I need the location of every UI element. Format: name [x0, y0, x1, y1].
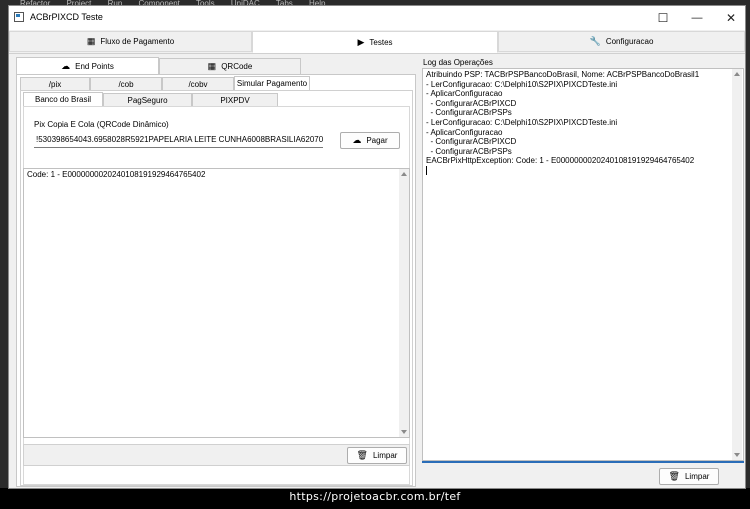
cloud-upload-icon: ☁ — [61, 60, 71, 71]
title-bar[interactable]: ACBrPIXCD Teste — ✕ ☐ — [9, 6, 745, 30]
close-button[interactable]: ✕ — [714, 6, 748, 30]
log-line: - AplicarConfiguracao — [426, 89, 503, 99]
limpar-button-left[interactable]: 🗑 Limpar — [347, 447, 407, 464]
tab-label: QRCode — [221, 62, 253, 71]
log-line: Atribuindo PSP: TACBrPSPBancoDoBrasil, N… — [426, 70, 700, 79]
log-scrollbar[interactable] — [732, 69, 742, 460]
tab-label: End Points — [75, 61, 114, 71]
memo-line: Code: 1 - E00000000202401081919294647654… — [27, 170, 206, 179]
button-label: Pagar — [366, 136, 388, 145]
log-line: - ConfigurarACBrPIXCD — [426, 137, 517, 147]
button-label: Limpar — [684, 472, 710, 481]
tab-simular-pagamento[interactable]: Simular Pagamento — [234, 76, 310, 91]
tab-configuracao[interactable]: 🔧 Configuracao — [498, 31, 745, 52]
app-icon — [14, 12, 24, 22]
text-caret — [426, 166, 427, 176]
tab-testes[interactable]: ▶ Testes — [252, 31, 498, 53]
tab-fluxo-de-pagamento[interactable]: ▦ Fluxo de Pagamento — [9, 31, 252, 52]
pix-copia-cola-input[interactable]: !530398654043.6958028R5921PAPELARIA LEIT… — [34, 133, 323, 148]
eraser-icon: 🗑 — [668, 471, 680, 481]
window-title: ACBrPIXCD Teste — [30, 12, 103, 22]
right-panel: Log das Operações Atribuindo PSP: TACBrP… — [420, 54, 745, 488]
simular-pagamento-panel: Banco do Brasil PagSeguro PIXPDV Pix Cop… — [20, 90, 413, 486]
scroll-up-icon[interactable] — [401, 172, 407, 176]
tab-pixpdv[interactable]: PIXPDV — [192, 93, 278, 107]
minimize-button-2 — [680, 6, 714, 30]
scroll-up-icon[interactable] — [734, 72, 740, 76]
response-memo[interactable]: Code: 1 - E00000000202401081919294647654… — [23, 168, 410, 438]
focus-underline — [422, 461, 744, 463]
play-icon: ▶ — [357, 36, 365, 47]
scroll-down-icon[interactable] — [734, 453, 740, 457]
app-window: ACBrPIXCD Teste — ✕ ☐ ▦ Fluxo de Pagamen… — [8, 5, 746, 489]
left-panel: ☁ End Points ▦ QRCode /pix /cob /cobv Si… — [9, 54, 419, 488]
main-tab-bar: ▦ Fluxo de Pagamento ▶ Testes 🔧 Configur… — [9, 31, 745, 54]
tab-label: Fluxo de Pagamento — [100, 37, 175, 46]
maximize-button[interactable]: ☐ — [646, 6, 680, 30]
pix-copia-cola-label: Pix Copia E Cola (QRCode Dinâmico) — [34, 120, 169, 129]
log-line: - ConfigurarACBrPSPs — [426, 108, 512, 118]
scroll-down-icon[interactable] — [401, 430, 407, 434]
log-line: - ConfigurarACBrPSPs — [426, 146, 512, 156]
log-memo[interactable]: Atribuindo PSP: TACBrPSPBancoDoBrasil, N… — [422, 68, 744, 461]
tab-qrcode[interactable]: ▦ QRCode — [159, 58, 301, 75]
log-line: - LerConfiguracao: C:\Delphi10\S2PIX\PIX… — [426, 117, 618, 127]
qrcode-icon: ▦ — [207, 61, 217, 71]
eraser-icon: 🗑 — [356, 450, 368, 460]
tab-banco-do-brasil[interactable]: Banco do Brasil — [23, 92, 103, 107]
tab-label: Testes — [369, 37, 393, 47]
log-line: - AplicarConfiguracao — [426, 127, 503, 137]
tab-pix[interactable]: /pix — [20, 77, 90, 91]
memo-footer: 🗑 Limpar — [23, 444, 410, 466]
banco-do-brasil-panel: Pix Copia E Cola (QRCode Dinâmico) !5303… — [23, 106, 410, 485]
watermark-url: https://projetoacbr.com.br/tef — [289, 490, 461, 503]
tab-end-points[interactable]: ☁ End Points — [16, 57, 159, 75]
tab-cobv[interactable]: /cobv — [162, 77, 234, 91]
log-line: EACBrPixHttpException: Code: 1 - E000000… — [426, 156, 695, 166]
end-points-panel: /pix /cob /cobv Simular Pagamento Banco … — [16, 74, 416, 487]
memo-scrollbar[interactable] — [399, 169, 409, 437]
log-line: - LerConfiguracao: C:\Delphi10\S2PIX\PIX… — [426, 79, 618, 89]
button-label: Limpar — [372, 451, 398, 460]
log-label: Log das Operações — [423, 58, 493, 67]
limpar-button-right[interactable]: 🗑 Limpar — [659, 468, 719, 485]
tab-cob[interactable]: /cob — [90, 77, 162, 91]
tab-label: Configuracao — [605, 37, 654, 46]
log-line: - ConfigurarACBrPIXCD — [426, 98, 517, 108]
pagar-button[interactable]: ☁ Pagar — [340, 132, 400, 149]
wrench-icon: 🔧 — [589, 36, 601, 46]
qrcode-icon: ▦ — [86, 36, 96, 46]
cloud-upload-icon: ☁ — [352, 135, 362, 145]
tab-pagseguro[interactable]: PagSeguro — [103, 93, 192, 107]
ide-right-strip — [746, 8, 750, 488]
